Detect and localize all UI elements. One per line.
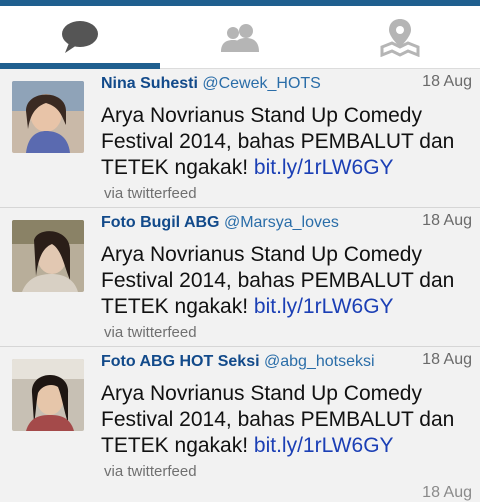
tweet-source: via twitterfeed	[104, 185, 197, 202]
tweet-author[interactable]: Nina Suhesti @Cewek_HOTS	[101, 75, 411, 93]
tweet-link[interactable]: bit.ly/1rLW6GY	[254, 434, 394, 457]
tweet-time: 18 Aug	[422, 351, 472, 368]
tweet-source: via twitterfeed	[104, 463, 197, 480]
tab-bar	[0, 6, 480, 69]
tweet-item[interactable]: Foto Bugil ABG @Marsya_loves 18 Aug Arya…	[0, 208, 480, 347]
tweet-list: Nina Suhesti @Cewek_HOTS 18 Aug Arya Nov…	[0, 69, 480, 486]
author-name[interactable]: Nina Suhesti	[101, 75, 198, 92]
speech-bubble-icon	[62, 21, 98, 53]
tweet-time: 18 Aug	[422, 484, 472, 501]
tweet-link[interactable]: bit.ly/1rLW6GY	[254, 295, 394, 318]
people-icon	[221, 24, 259, 52]
tab-people[interactable]	[160, 6, 320, 68]
author-handle[interactable]: @Marsya_loves	[224, 214, 339, 231]
tweet-author[interactable]: Foto Bugil ABG @Marsya_loves	[101, 214, 411, 232]
tab-places[interactable]	[320, 6, 480, 68]
tweet-time: 18 Aug	[422, 212, 472, 229]
tweet-link[interactable]: bit.ly/1rLW6GY	[254, 156, 394, 179]
tweet-text: Arya Novrianus Stand Up Comedy Festival …	[101, 382, 455, 457]
author-handle[interactable]: @Cewek_HOTS	[202, 75, 321, 92]
avatar[interactable]	[12, 81, 84, 153]
author-name[interactable]: Foto Bugil ABG	[101, 214, 220, 231]
tweet-text: Arya Novrianus Stand Up Comedy Festival …	[101, 243, 455, 318]
tweet-item[interactable]: Foto ABG HOT Seksi @abg_hotseksi 18 Aug …	[0, 347, 480, 486]
map-pin-icon	[380, 19, 420, 57]
tweet-item-partial[interactable]: 18 Aug	[0, 483, 480, 501]
tweet-source: via twitterfeed	[104, 324, 197, 341]
avatar[interactable]	[12, 220, 84, 292]
tweet-time: 18 Aug	[422, 73, 472, 90]
tweet-author[interactable]: Foto ABG HOT Seksi @abg_hotseksi	[101, 353, 411, 371]
avatar[interactable]	[12, 359, 84, 431]
tweet-item[interactable]: Nina Suhesti @Cewek_HOTS 18 Aug Arya Nov…	[0, 69, 480, 208]
author-name[interactable]: Foto ABG HOT Seksi	[101, 353, 260, 370]
author-handle[interactable]: @abg_hotseksi	[264, 353, 375, 370]
tab-timeline[interactable]	[0, 6, 160, 69]
tweet-text: Arya Novrianus Stand Up Comedy Festival …	[101, 104, 455, 179]
